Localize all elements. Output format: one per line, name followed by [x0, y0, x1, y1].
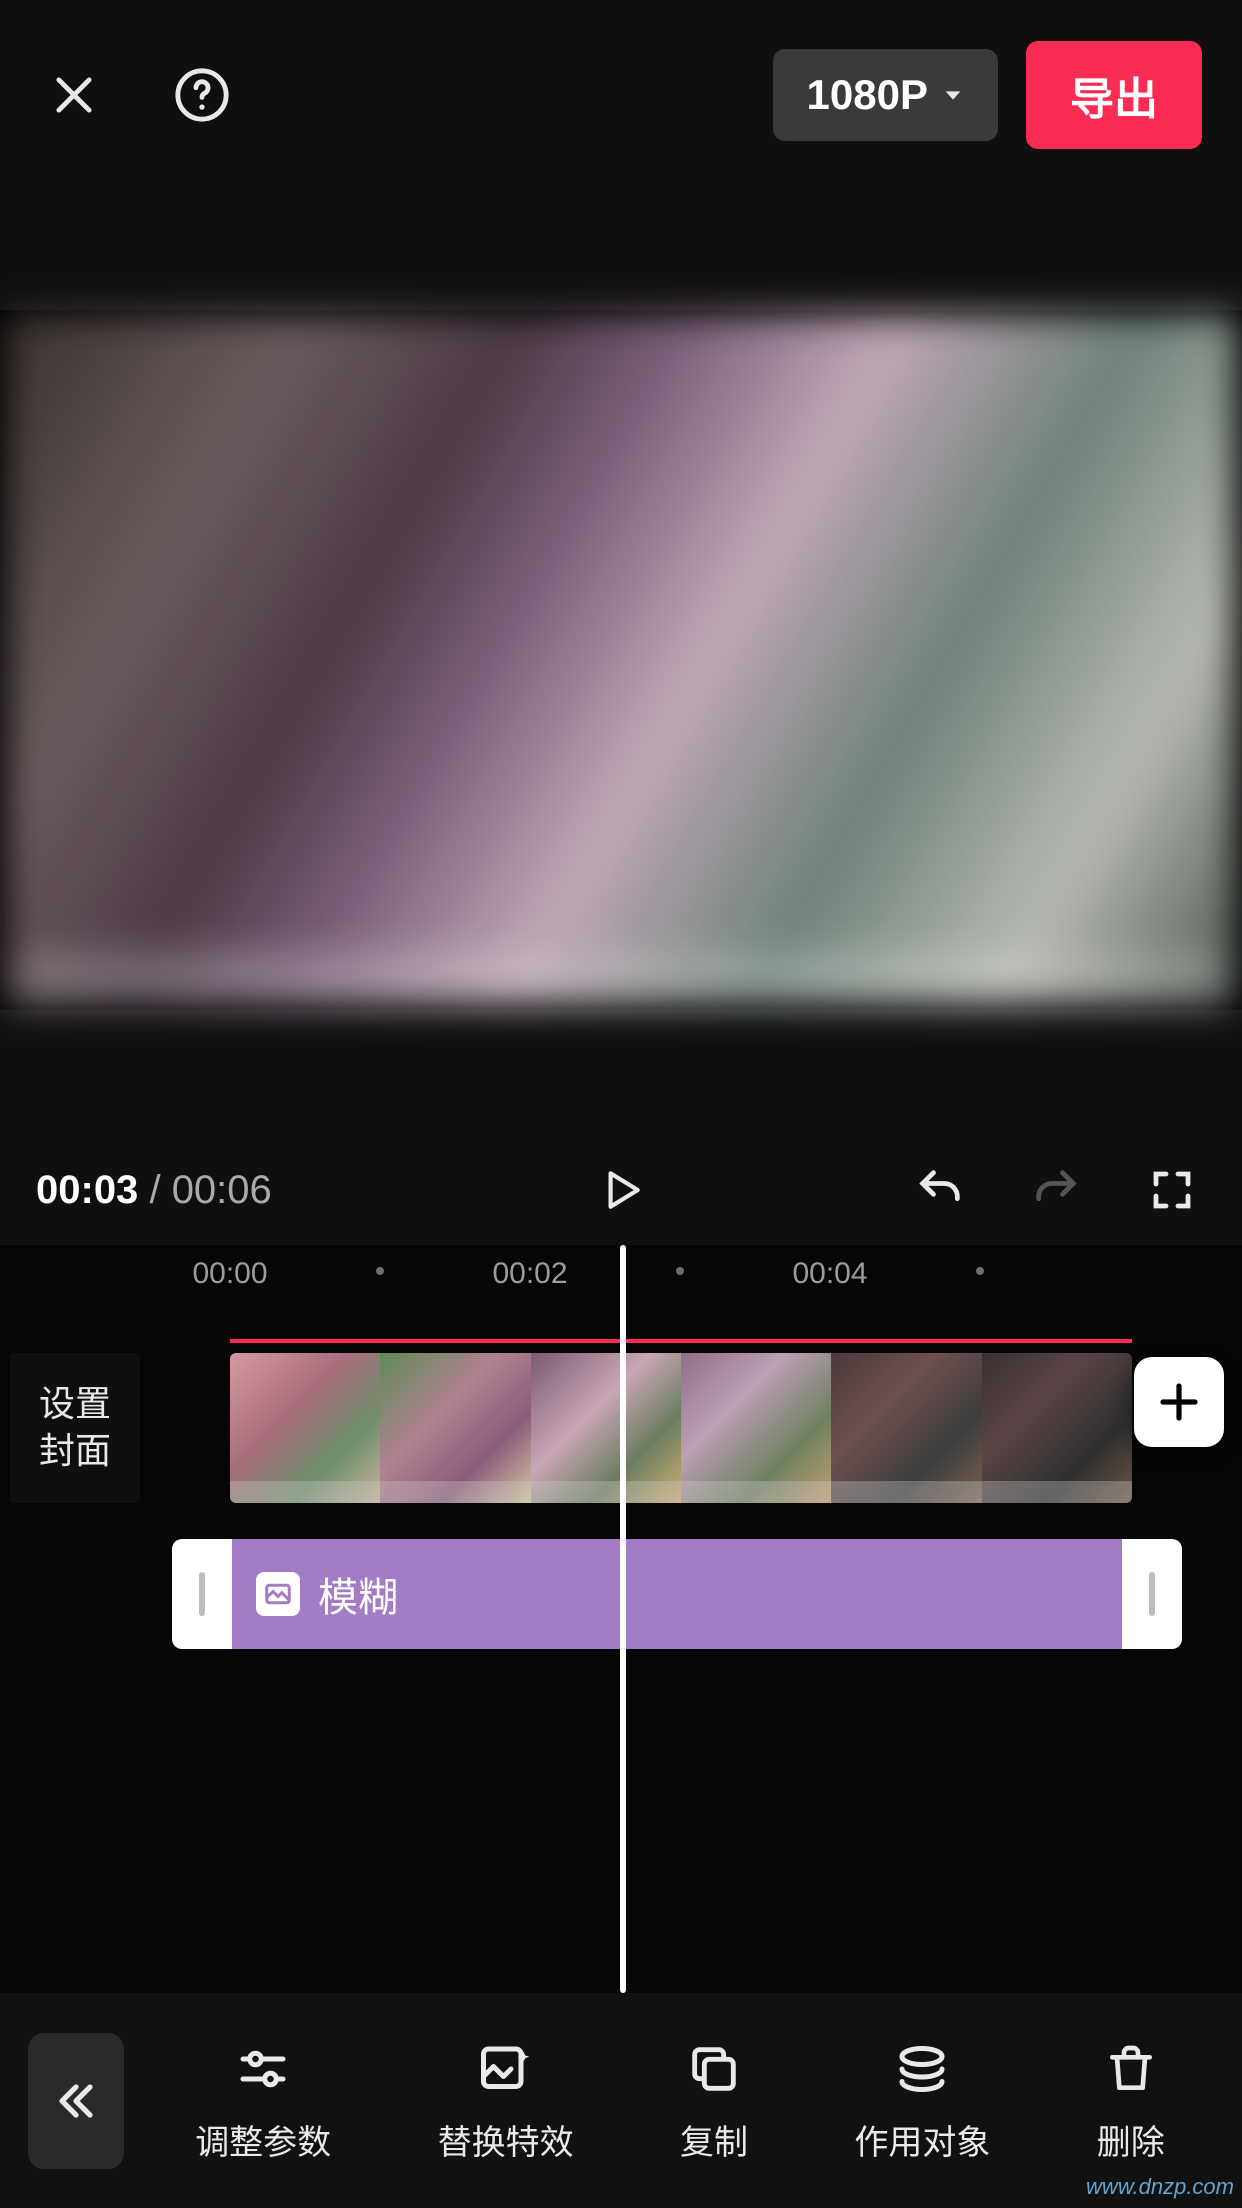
layers-icon [892, 2039, 952, 2099]
preview-area [0, 310, 1242, 1010]
clip-thumbnail [380, 1353, 530, 1503]
fullscreen-icon [1148, 1166, 1196, 1214]
clip-top-indicator [230, 1339, 1132, 1343]
close-icon [48, 69, 100, 121]
play-icon [596, 1165, 646, 1215]
copy-icon [685, 2040, 743, 2098]
play-button[interactable] [587, 1156, 655, 1224]
effect-body[interactable]: 模糊 [232, 1539, 1122, 1649]
redo-button[interactable] [1022, 1156, 1090, 1224]
sliders-icon [233, 2039, 293, 2099]
effect-handle-left[interactable] [172, 1539, 232, 1649]
effect-clip[interactable]: 模糊 [172, 1539, 1182, 1649]
tool-label: 复制 [680, 2115, 748, 2164]
handle-bar-icon [1149, 1572, 1155, 1616]
tool-apply-target[interactable]: 作用对象 [854, 2037, 990, 2164]
add-clip-button[interactable] [1134, 1357, 1224, 1447]
time-display: 00:03 / 00:06 [36, 1168, 272, 1213]
set-cover-label: 设置 封面 [39, 1381, 111, 1475]
chevron-left-double-icon [52, 2077, 100, 2125]
help-icon [173, 66, 231, 124]
undo-icon [914, 1164, 966, 1216]
header: 1080P 导出 [0, 0, 1242, 190]
bottom-toolbar: 调整参数 替换特效 复制 作用对象 删除 [0, 1993, 1242, 2208]
undo-button[interactable] [906, 1156, 974, 1224]
help-button[interactable] [168, 61, 236, 129]
clip-thumbnail [831, 1353, 981, 1503]
playback-bar: 00:03 / 00:06 [0, 1140, 1242, 1240]
clip-thumbnail [681, 1353, 831, 1503]
toolbar-items: 调整参数 替换特效 复制 作用对象 删除 [142, 2037, 1242, 2164]
ruler-tick: 00:00 [192, 1257, 267, 1291]
subtitle-strip [18, 951, 1224, 1005]
trash-icon [1103, 2041, 1159, 2097]
export-label: 导出 [1070, 75, 1158, 124]
export-button[interactable]: 导出 [1026, 41, 1202, 149]
clip-thumbnail [982, 1353, 1132, 1503]
video-clip[interactable] [230, 1353, 1132, 1503]
ruler-dot [976, 1267, 984, 1275]
time-ruler[interactable]: 00:00 00:02 00:04 [0, 1245, 1242, 1295]
tool-label: 作用对象 [854, 2115, 990, 2164]
tool-adjust-params[interactable]: 调整参数 [195, 2037, 331, 2164]
chevron-down-icon [942, 84, 964, 106]
header-left [40, 61, 236, 129]
header-right: 1080P 导出 [773, 41, 1202, 149]
resolution-selector[interactable]: 1080P [773, 49, 998, 141]
clip-thumbnail [230, 1353, 380, 1503]
ruler-dot [376, 1267, 384, 1275]
tool-label: 调整参数 [195, 2115, 331, 2164]
effect-handle-right[interactable] [1122, 1539, 1182, 1649]
set-cover-button[interactable]: 设置 封面 [10, 1353, 140, 1503]
tool-label: 删除 [1097, 2115, 1165, 2164]
video-preview[interactable] [6, 315, 1236, 1005]
timeline[interactable]: 00:00 00:02 00:04 设置 封面 [0, 1245, 1242, 1993]
ruler-tick: 00:02 [492, 1257, 567, 1291]
current-time: 00:03 [36, 1168, 138, 1212]
handle-bar-icon [199, 1572, 205, 1616]
tool-delete[interactable]: 删除 [1097, 2037, 1165, 2164]
clip-thumbnail [531, 1353, 681, 1503]
time-separator: / [149, 1168, 160, 1212]
fullscreen-button[interactable] [1138, 1156, 1206, 1224]
ruler-tick: 00:04 [792, 1257, 867, 1291]
video-editor-app: 1080P 导出 00:03 / 00:06 [0, 0, 1242, 2208]
total-time: 00:06 [172, 1168, 272, 1212]
tool-copy[interactable]: 复制 [680, 2037, 748, 2164]
watermark: www.dnzp.com [1086, 2174, 1234, 2200]
tool-label: 替换特效 [438, 2115, 574, 2164]
close-button[interactable] [40, 61, 108, 129]
toolbar-back-button[interactable] [28, 2033, 124, 2169]
effect-type-icon [256, 1572, 300, 1616]
redo-icon [1030, 1164, 1082, 1216]
image-sparkle-icon [476, 2039, 536, 2099]
ruler-dot [676, 1267, 684, 1275]
tool-replace-effect[interactable]: 替换特效 [438, 2037, 574, 2164]
resolution-label: 1080P [807, 71, 928, 119]
playback-right [906, 1156, 1206, 1224]
effect-label: 模糊 [318, 1565, 398, 1623]
picture-icon [263, 1579, 293, 1609]
plus-icon [1155, 1378, 1203, 1426]
